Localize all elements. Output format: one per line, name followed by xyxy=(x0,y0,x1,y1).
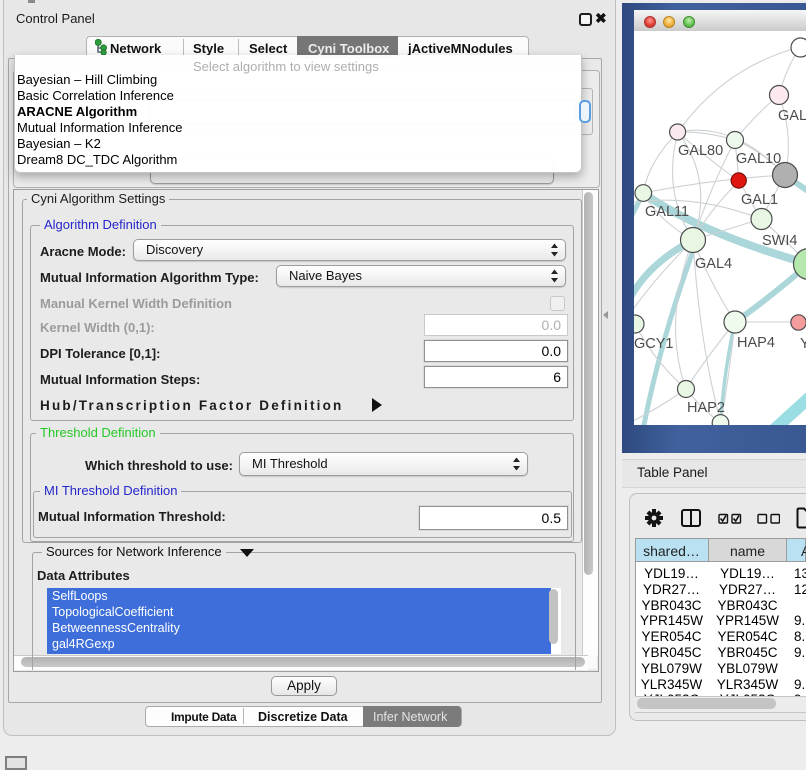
svg-text:GAL11: GAL11 xyxy=(645,204,689,220)
svg-text:GAL10: GAL10 xyxy=(736,151,781,167)
svg-text:GAL4: GAL4 xyxy=(695,256,732,272)
svg-text:Y: Y xyxy=(800,336,806,352)
svg-text:SWI4: SWI4 xyxy=(762,233,797,249)
svg-text:GAL1: GAL1 xyxy=(741,192,778,208)
svg-text:GAL7: GAL7 xyxy=(778,108,806,124)
svg-text:HAP4: HAP4 xyxy=(737,335,775,351)
svg-text:HAP2: HAP2 xyxy=(687,400,725,416)
svg-text:GCY1: GCY1 xyxy=(634,336,674,352)
svg-text:GAL80: GAL80 xyxy=(678,143,723,159)
